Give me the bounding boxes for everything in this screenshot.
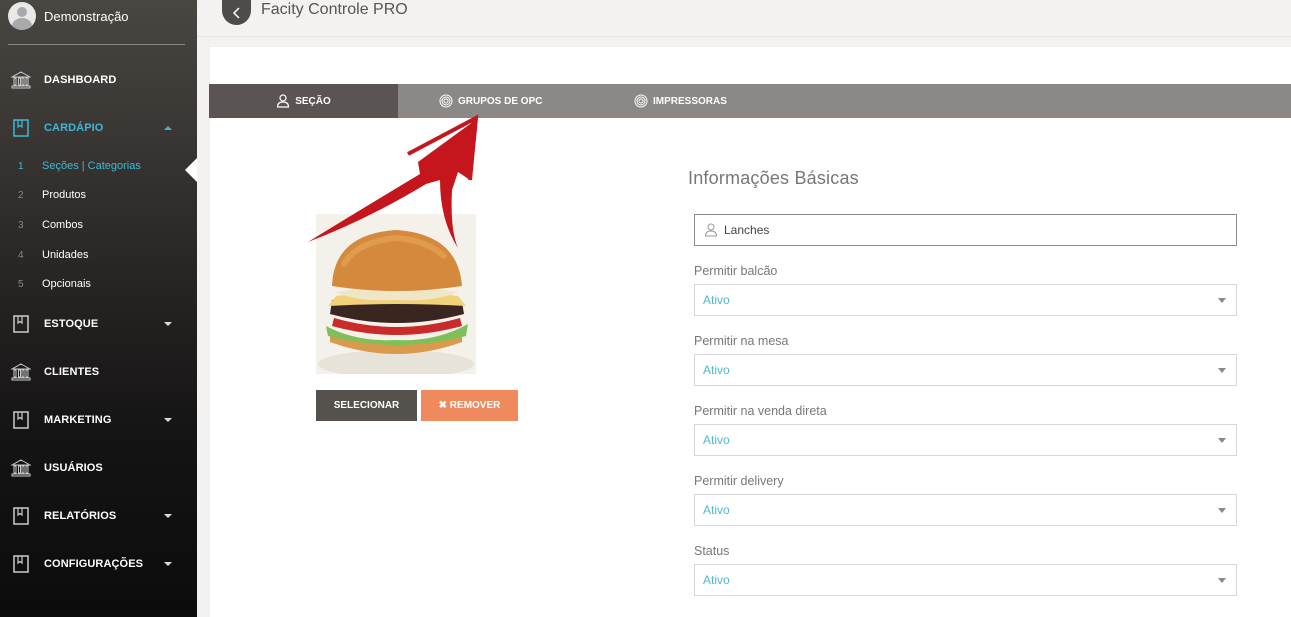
name-input[interactable]: Lanches (694, 214, 1237, 246)
select-value: Ativo (703, 433, 730, 447)
submenu-label: Seções | Categorias (42, 160, 141, 172)
select-permitir-balcao[interactable]: Ativo (694, 284, 1237, 316)
back-button[interactable] (222, 0, 251, 25)
sidebar-item-label: ESTOQUE (44, 318, 99, 330)
field-label-status: Status (694, 544, 730, 558)
fingerprint-icon (634, 94, 648, 108)
avatar (8, 2, 36, 30)
sidebar-item-dashboard[interactable]: DASHBOARD (0, 65, 197, 95)
profile-name: Demonstração (44, 8, 129, 24)
select-value: Ativo (703, 503, 730, 517)
profile[interactable]: Demonstração (8, 2, 129, 30)
form-title: Informações Básicas (688, 168, 859, 188)
tab-label: SEÇÃO (295, 95, 331, 107)
submenu-item-opcionais[interactable]: 5 Opcionais (0, 274, 197, 294)
chevron-down-icon (164, 562, 172, 566)
sidebar-item-usuarios[interactable]: USUÁRIOS (0, 453, 197, 483)
select-value: Ativo (703, 293, 730, 307)
submenu-number: 4 (18, 249, 24, 261)
submenu-number: 2 (18, 189, 24, 201)
sidebar-item-label: CLIENTES (44, 366, 100, 378)
caret-down-icon (1218, 508, 1226, 513)
chevron-down-icon (164, 418, 172, 422)
book-icon (13, 315, 29, 333)
sidebar-item-label: RELATÓRIOS (44, 510, 117, 522)
select-permitir-mesa[interactable]: Ativo (694, 354, 1237, 386)
submenu-number: 3 (18, 219, 24, 231)
select-permitir-delivery[interactable]: Ativo (694, 494, 1237, 526)
caret-down-icon (1218, 368, 1226, 373)
submenu-item-secoes[interactable]: 1 Seções | Categorias (0, 156, 197, 182)
select-value: Ativo (703, 573, 730, 587)
submenu-item-unidades[interactable]: 4 Unidades (0, 245, 197, 265)
sidebar-item-marketing[interactable]: MARKETING (0, 405, 197, 435)
select-status[interactable]: Ativo (694, 564, 1237, 596)
page-title: Facity Controle PRO (261, 1, 408, 18)
book-icon (13, 119, 29, 137)
chevron-left-icon (232, 6, 240, 19)
remove-image-button[interactable]: ✖ REMOVER (421, 390, 518, 421)
tab-label: IMPRESSORAS (653, 95, 727, 107)
sidebar-item-clientes[interactable]: CLIENTES (0, 357, 197, 387)
burger-image (316, 214, 476, 374)
header: Facity Controle PRO (197, 0, 1291, 37)
caret-down-icon (1218, 438, 1226, 443)
bank-icon (11, 459, 31, 477)
caret-down-icon (1218, 298, 1226, 303)
chevron-down-icon (164, 514, 172, 518)
tab-bar: SEÇÃO GRUPOS DE OPC IMPRESSORAS (209, 84, 1291, 118)
submenu-label: Produtos (42, 189, 87, 201)
tab-label: GRUPOS DE OPC (458, 95, 543, 107)
sidebar-divider (8, 44, 185, 45)
select-permitir-venda-direta[interactable]: Ativo (694, 424, 1237, 456)
field-label-venda-direta: Permitir na venda direta (694, 404, 827, 418)
user-icon (704, 223, 718, 237)
submenu-label: Opcionais (42, 278, 91, 290)
submenu-number: 1 (18, 160, 24, 172)
field-label-delivery: Permitir delivery (694, 474, 784, 488)
book-icon (13, 507, 29, 525)
field-label-mesa: Permitir na mesa (694, 334, 789, 348)
sidebar-item-label: CONFIGURAÇÕES (44, 558, 144, 570)
submenu-item-produtos[interactable]: 2 Produtos (0, 185, 197, 205)
field-label-balcao: Permitir balcão (694, 264, 778, 278)
name-input-value: Lanches (724, 223, 770, 237)
bank-icon (11, 71, 31, 89)
book-icon (13, 555, 29, 573)
sidebar-item-label: DASHBOARD (44, 74, 117, 86)
sidebar-item-label: MARKETING (44, 414, 112, 426)
bank-icon (11, 363, 31, 381)
sidebar-item-label: CARDÁPIO (44, 122, 104, 134)
sidebar: Demonstração DASHBOARD CARDÁPIO 1 Seções… (0, 0, 197, 617)
section-image (316, 214, 476, 374)
book-icon (13, 411, 29, 429)
sidebar-item-relatorios[interactable]: RELATÓRIOS (0, 501, 197, 531)
sidebar-item-cardapio[interactable]: CARDÁPIO (0, 113, 197, 143)
sidebar-item-estoque[interactable]: ESTOQUE (0, 309, 197, 339)
select-image-button[interactable]: SELECIONAR (316, 390, 417, 421)
sidebar-item-label: USUÁRIOS (44, 462, 103, 474)
tab-grupos-de-opc[interactable]: GRUPOS DE OPC (439, 84, 542, 118)
fingerprint-icon (439, 94, 453, 108)
user-icon (277, 94, 290, 108)
select-value: Ativo (703, 363, 730, 377)
tab-impressoras[interactable]: IMPRESSORAS (634, 84, 727, 118)
chevron-up-icon (164, 126, 172, 130)
submenu-item-combos[interactable]: 3 Combos (0, 215, 197, 235)
tab-secao[interactable]: SEÇÃO (209, 84, 398, 118)
caret-down-icon (1218, 578, 1226, 583)
submenu-number: 5 (18, 278, 24, 290)
active-indicator (185, 158, 197, 182)
submenu-label: Combos (42, 219, 83, 231)
chevron-down-icon (164, 322, 172, 326)
submenu-label: Unidades (42, 249, 89, 261)
sidebar-item-configuracoes[interactable]: CONFIGURAÇÕES (0, 549, 197, 579)
